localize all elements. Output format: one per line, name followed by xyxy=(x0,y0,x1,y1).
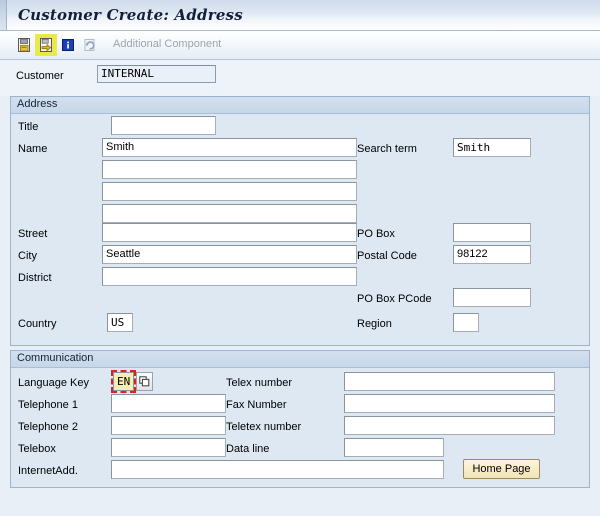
address-group-body: Title Name Smith Search term Smith Stree… xyxy=(11,114,589,345)
customer-input[interactable]: INTERNAL xyxy=(97,65,216,83)
page-title: Customer Create: Address xyxy=(18,6,243,24)
name-label: Name xyxy=(18,142,47,156)
window-title-bar: Customer Create: Address xyxy=(0,0,600,31)
communication-group: Communication Language Key EN Telex numb… xyxy=(10,350,590,488)
fax-number-label: Fax Number xyxy=(226,398,287,412)
application-toolbar: Additional Component xyxy=(0,31,600,60)
address-group: Address Title Name Smith Search term Smi… xyxy=(10,96,590,346)
matchcode-icon xyxy=(139,376,150,387)
save-as-button[interactable] xyxy=(35,34,57,56)
refresh-icon xyxy=(82,37,98,53)
telebox-input[interactable] xyxy=(111,438,226,457)
telex-number-label: Telex number xyxy=(226,376,292,390)
teletex-number-input[interactable] xyxy=(344,416,555,435)
language-key-label: Language Key xyxy=(18,376,89,390)
home-page-button[interactable]: Home Page xyxy=(463,459,540,479)
refresh-button[interactable] xyxy=(79,34,101,56)
customer-label: Customer xyxy=(16,70,64,82)
title-input[interactable] xyxy=(111,116,216,135)
save-button[interactable] xyxy=(13,34,35,56)
po-box-pcode-label: PO Box PCode xyxy=(357,292,432,306)
telephone-1-input[interactable] xyxy=(111,394,226,413)
communication-group-header: Communication xyxy=(11,351,589,368)
title-label: Title xyxy=(18,120,38,134)
region-input[interactable] xyxy=(453,313,479,332)
po-box-label: PO Box xyxy=(357,227,395,241)
region-label: Region xyxy=(357,317,392,331)
title-bar-left-edge xyxy=(0,0,7,30)
telephone-2-label: Telephone 2 xyxy=(18,420,78,434)
postal-code-label: Postal Code xyxy=(357,249,417,263)
language-key-input[interactable]: EN xyxy=(113,372,134,391)
telephone-1-label: Telephone 1 xyxy=(18,398,78,412)
city-label: City xyxy=(18,249,37,263)
info-button[interactable] xyxy=(57,34,79,56)
city-input[interactable]: Seattle xyxy=(102,245,357,264)
name-line3-input[interactable] xyxy=(102,182,357,201)
info-icon xyxy=(60,37,76,53)
postal-code-input[interactable]: 98122 xyxy=(453,245,531,264)
telephone-2-input[interactable] xyxy=(111,416,226,435)
district-label: District xyxy=(18,271,52,285)
street-input[interactable] xyxy=(102,223,357,242)
data-line-label: Data line xyxy=(226,442,269,456)
communication-group-body: Language Key EN Telex number Telephone 1… xyxy=(11,368,589,487)
language-key-matchcode-button[interactable] xyxy=(136,372,153,391)
district-input[interactable] xyxy=(102,267,357,286)
address-group-header: Address xyxy=(11,97,589,114)
name-line4-input[interactable] xyxy=(102,204,357,223)
telebox-label: Telebox xyxy=(18,442,56,456)
internet-address-input[interactable] xyxy=(111,460,444,479)
save-as-icon xyxy=(38,37,54,53)
customer-row: Customer INTERNAL xyxy=(0,60,600,96)
country-input[interactable]: US xyxy=(107,313,133,332)
street-label: Street xyxy=(18,227,47,241)
additional-component-label: Additional Component xyxy=(113,38,221,50)
name-line2-input[interactable] xyxy=(102,160,357,179)
toolbar-icon-group xyxy=(13,34,101,56)
name-input[interactable]: Smith xyxy=(102,138,357,157)
data-line-input[interactable] xyxy=(344,438,444,457)
country-label: Country xyxy=(18,317,57,331)
internet-address-label: InternetAdd. xyxy=(18,464,78,478)
search-term-label: Search term xyxy=(357,142,417,156)
save-icon xyxy=(16,37,32,53)
teletex-number-label: Teletex number xyxy=(226,420,301,434)
po-box-pcode-input[interactable] xyxy=(453,288,531,307)
fax-number-input[interactable] xyxy=(344,394,555,413)
telex-number-input[interactable] xyxy=(344,372,555,391)
search-term-input[interactable]: Smith xyxy=(453,138,531,157)
po-box-input[interactable] xyxy=(453,223,531,242)
